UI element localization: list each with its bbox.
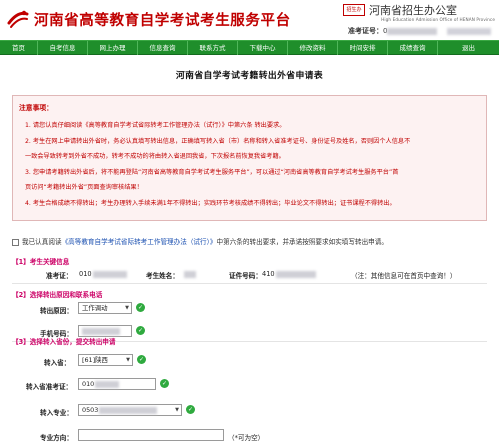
nav-online-service[interactable]: 网上办理 — [88, 41, 138, 55]
nav-schedule[interactable]: 时间安排 — [338, 41, 388, 55]
notice-line: 1. 请您认真仔细阅读《高等教育自学考试省际转考工作管理办法（试行）》中第六条 … — [25, 122, 286, 129]
exam-no-label: 准考证： — [46, 272, 73, 280]
notice-line: 3. 您申请考籍转出外省后，将不能再登陆“河南省高等教育自学考试考生服务平台”，… — [25, 169, 399, 176]
office-name-cn: 河南省招生办公室 — [369, 4, 457, 17]
user-id-redacted — [387, 27, 438, 35]
check-icon: ✓ — [136, 326, 145, 335]
student-name-value — [184, 270, 196, 278]
section3-title: 【3】选择转入省份，提交转出申请 — [12, 338, 116, 346]
direction-optional-note: （*可为空） — [228, 434, 265, 442]
user-name-redacted — [447, 27, 492, 35]
nav-downloads[interactable]: 下载中心 — [238, 41, 288, 55]
section1-title: 【1】考生关键信息 — [12, 258, 70, 266]
notice-line: 2. 考生在网上申请转出外省时，务必认真填写转出信息，正确填写转入省（市）名称和… — [25, 138, 411, 145]
office-name-en: High Education Admission Office of HENAN… — [381, 17, 495, 22]
chevron-down-icon: ▼ — [175, 407, 179, 413]
exam-no-value: 010 — [79, 270, 127, 278]
direction-label: 专业方向： — [40, 434, 73, 442]
nav-edit-profile[interactable]: 修改资料 — [288, 41, 338, 55]
reason-label: 转出原因： — [40, 307, 73, 315]
reason-select[interactable]: 工作调动 ▼ — [78, 302, 132, 314]
nav-home[interactable]: 首页 — [0, 41, 38, 55]
user-info: 准考证号：0 — [348, 26, 492, 36]
notice-line: 一致会导致转考到外省不成功，转考不成功的将由转入省退回我省，下次报名前恢复我省考… — [25, 153, 285, 160]
info-note: （注：其他信息可在首页中查询！） — [351, 272, 457, 280]
admission-office-logo: 招生办 河南省招生办公室 High Education Admission Of… — [343, 3, 495, 22]
office-seal-icon: 招生办 — [343, 4, 365, 16]
main-nav: 首页 自考信息 网上办理 信息查询 联系方式 下载中心 修改资料 时间安排 成绩… — [0, 40, 499, 55]
notice-line: 页访问“考籍转出外省”页面查询审核结果！ — [25, 184, 143, 191]
target-exam-no-label: 转入省准考证： — [26, 383, 73, 391]
nav-score-query[interactable]: 成绩查询 — [388, 41, 438, 55]
agreement-suffix: 中第六条的转出要求，并承诺按照要求如实填写转出申请。 — [216, 238, 388, 246]
user-id-label: 准考证号： — [348, 27, 383, 35]
site-header: 河南省高等教育自学考试考生服务平台 招生办 河南省招生办公室 High Educ… — [0, 0, 499, 38]
agree-checkbox[interactable] — [12, 238, 19, 246]
province-select[interactable]: [61]陕西 ▼ — [78, 354, 133, 366]
check-icon: ✓ — [136, 303, 145, 312]
page-title: 河南省自学考试考籍转出外省申请表 — [175, 71, 324, 81]
chevron-down-icon: ▼ — [125, 305, 129, 311]
target-exam-no-input[interactable]: 010 — [78, 378, 156, 390]
nav-contact[interactable]: 联系方式 — [188, 41, 238, 55]
direction-input[interactable] — [78, 429, 224, 441]
check-icon: ✓ — [186, 405, 195, 414]
major-label: 转入专业： — [40, 409, 73, 417]
check-icon: ✓ — [137, 355, 146, 364]
notice-title: 注意事项： — [19, 104, 53, 112]
site-title: 河南省高等教育自学考试考生服务平台 — [34, 13, 291, 29]
notice-box: 注意事项： 1. 请您认真仔细阅读《高等教育自学考试省际转考工作管理办法（试行）… — [12, 95, 487, 221]
id-number-value: 410 — [262, 270, 316, 278]
agreement-prefix: 我已认真阅读 — [22, 238, 62, 246]
section2-title: 【2】选择转出原因和联系电话 — [12, 291, 103, 299]
student-name-label: 考生姓名： — [146, 272, 179, 280]
section-divider — [12, 283, 487, 284]
chevron-down-icon: ▼ — [126, 357, 130, 363]
check-icon: ✓ — [160, 379, 169, 388]
id-number-label: 证件号码： — [229, 272, 262, 280]
regulation-link[interactable]: 《高等教育自学考试省际转考工作管理办法（试行）》 — [62, 238, 217, 246]
province-label: 转入省： — [44, 359, 71, 367]
nav-info-query[interactable]: 信息查询 — [138, 41, 188, 55]
nav-logout[interactable]: 退出 — [438, 41, 499, 55]
exam-logo-icon — [7, 10, 29, 28]
notice-line: 4. 考生合格成绩不得转出；考生办理转入手续未满1年不得转出；实践环节考核成绩不… — [25, 200, 396, 207]
nav-exam-info[interactable]: 自考信息 — [38, 41, 88, 55]
major-select[interactable]: 0503 ▼ — [78, 404, 182, 416]
agreement-row: 我已认真阅读《高等教育自学考试省际转考工作管理办法（试行）》中第六条的转出要求，… — [12, 236, 388, 246]
